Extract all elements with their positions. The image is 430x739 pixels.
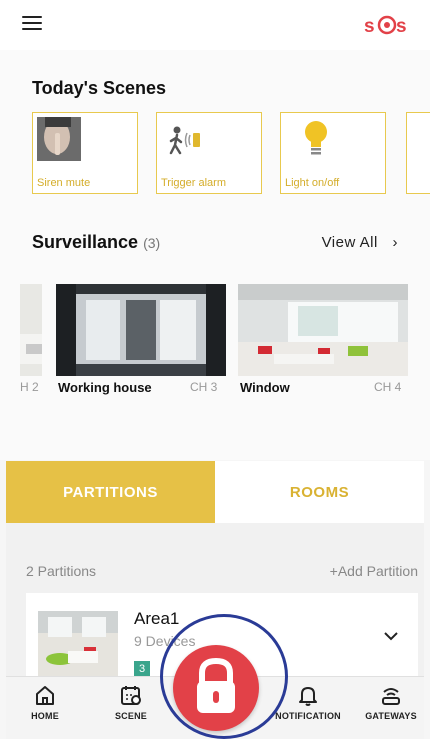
home-icon — [36, 686, 54, 705]
camera-channel: H 2 — [20, 380, 39, 394]
sos-logo: s s — [364, 15, 407, 37]
highlight-ring — [160, 614, 288, 739]
scene-card-trigger-alarm[interactable]: Trigger alarm — [156, 112, 262, 194]
svg-text:s: s — [396, 16, 407, 37]
scene-card-light-on-off[interactable]: Light on/off — [280, 112, 386, 194]
tab-rooms[interactable]: ROOMS — [215, 461, 424, 523]
nav-scene[interactable]: SCENE — [96, 683, 166, 721]
partition-room-tabs: PARTITIONS ROOMS — [6, 461, 424, 523]
camera-thumbnail-window[interactable] — [238, 284, 408, 376]
scenes-title: Today's Scenes — [32, 78, 167, 98]
partition-badge: 3 — [134, 661, 150, 677]
nav-label: HOME — [31, 711, 59, 721]
shush-photo — [37, 117, 81, 161]
hamburger-menu-icon[interactable] — [22, 16, 42, 32]
scene-card-siren-mute[interactable]: Siren mute — [32, 112, 138, 194]
nav-label: SCENE — [114, 711, 147, 721]
add-partition-button[interactable]: +Add Partition — [330, 563, 418, 579]
camera-channel: CH 4 — [374, 380, 402, 394]
lightbulb-icon — [305, 121, 327, 155]
surveillance-title: Surveillance (3) — [32, 232, 160, 253]
scene-label: Siren mute — [37, 177, 91, 189]
chevron-down-icon[interactable] — [384, 631, 398, 641]
gateway-router-icon — [382, 688, 400, 705]
calendar-scene-icon — [121, 686, 141, 705]
walking-person-alarm-icon — [169, 126, 200, 155]
partition-count: 2 Partitions — [26, 563, 97, 579]
scene-card-partial[interactable] — [406, 112, 430, 194]
svg-text:s: s — [364, 16, 375, 37]
partition-name: Area1 — [134, 609, 180, 628]
chevron-right-icon: › — [392, 234, 398, 251]
camera-name: Working house — [58, 380, 152, 395]
view-all-link[interactable]: View All › — [322, 234, 398, 251]
nav-label: NOTIFICATION — [275, 711, 341, 721]
nav-gateways[interactable]: GATEWAYS — [356, 683, 426, 721]
scene-label: Light on/off — [285, 177, 340, 189]
top-bar: s s — [0, 0, 430, 50]
view-all-text: View All — [321, 234, 378, 251]
bell-icon — [299, 687, 317, 706]
camera-thumbnail-working-house[interactable] — [56, 284, 226, 376]
scene-label: Trigger alarm — [161, 177, 226, 189]
nav-home[interactable]: HOME — [10, 683, 80, 721]
camera-channel: CH 3 — [190, 380, 218, 394]
tab-partitions[interactable]: PARTITIONS — [6, 461, 215, 523]
area-thumbnail — [38, 611, 118, 677]
dashboard-top: Today's Scenes Siren mute Trigger alarm — [0, 50, 430, 460]
nav-label: GATEWAYS — [365, 711, 417, 721]
surveillance-count: (3) — [143, 235, 161, 251]
camera-name: Window — [240, 380, 290, 395]
surveillance-title-text: Surveillance — [32, 232, 139, 252]
camera-thumbnail-ch2[interactable] — [20, 284, 42, 376]
